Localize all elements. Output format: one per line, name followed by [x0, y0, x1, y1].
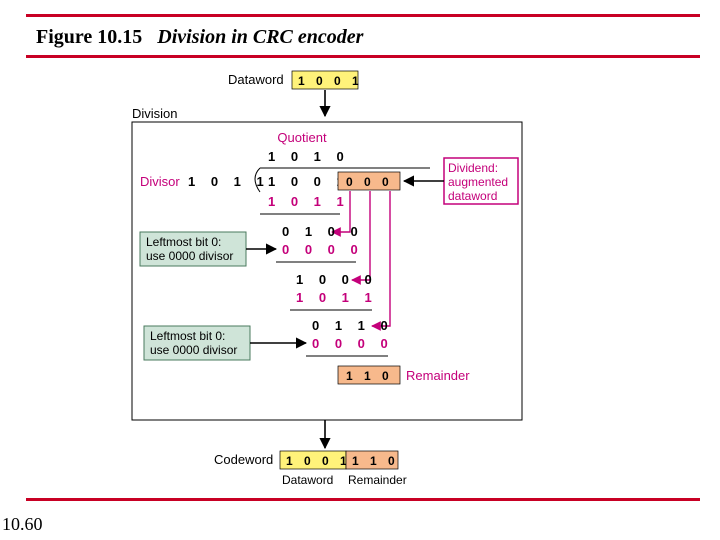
- bits-divisor: 1 0 1 1: [188, 174, 270, 189]
- arrow-aug-3: [372, 191, 390, 326]
- label-remainder: Remainder: [406, 368, 470, 383]
- dividend-note-3: dataword: [448, 189, 497, 203]
- label-codeword-remainder: Remainder: [348, 473, 407, 487]
- bits-row7: 0 1 1 0: [312, 318, 394, 333]
- leftnote-2b: use 0000 divisor: [150, 343, 237, 357]
- label-dataword: Dataword: [228, 72, 284, 87]
- bits-dividend-base: 1 0 0 1: [268, 174, 350, 189]
- label-quotient: Quotient: [277, 130, 327, 145]
- label-codeword-dataword: Dataword: [282, 473, 333, 487]
- bits-dataword: 1 0 0 1: [298, 74, 363, 88]
- leftnote-1a: Leftmost bit 0:: [146, 235, 221, 249]
- bits-codeword-rem: 1 1 0: [352, 454, 399, 468]
- leftnote-1b: use 0000 divisor: [146, 249, 233, 263]
- bits-row4: 0 0 0 0: [282, 242, 364, 257]
- leftnote-2a: Leftmost bit 0:: [150, 329, 225, 343]
- label-divisor: Divisor: [140, 174, 180, 189]
- bits-row2: 1 0 1 1: [268, 194, 350, 209]
- bits-row3: 0 1 0 0: [282, 224, 364, 239]
- bits-codeword-data: 1 0 0 1: [286, 454, 351, 468]
- bits-quotient: 1 0 1 0: [268, 149, 350, 164]
- label-codeword: Codeword: [214, 452, 273, 467]
- dividend-note-1: Dividend:: [448, 161, 498, 175]
- label-division: Division: [132, 106, 178, 121]
- bits-remainder: 1 1 0: [346, 369, 393, 383]
- dividend-note-2: augmented: [448, 175, 508, 189]
- bits-row6: 1 0 1 1: [296, 290, 378, 305]
- bits-row5: 1 0 0 0: [296, 272, 378, 287]
- bits-row8: 0 0 0 0: [312, 336, 394, 351]
- crc-diagram: Dataword 1 0 0 1 Division Quotient 1 0 1…: [0, 0, 720, 540]
- bits-dividend-aug: 0 0 0: [346, 175, 393, 189]
